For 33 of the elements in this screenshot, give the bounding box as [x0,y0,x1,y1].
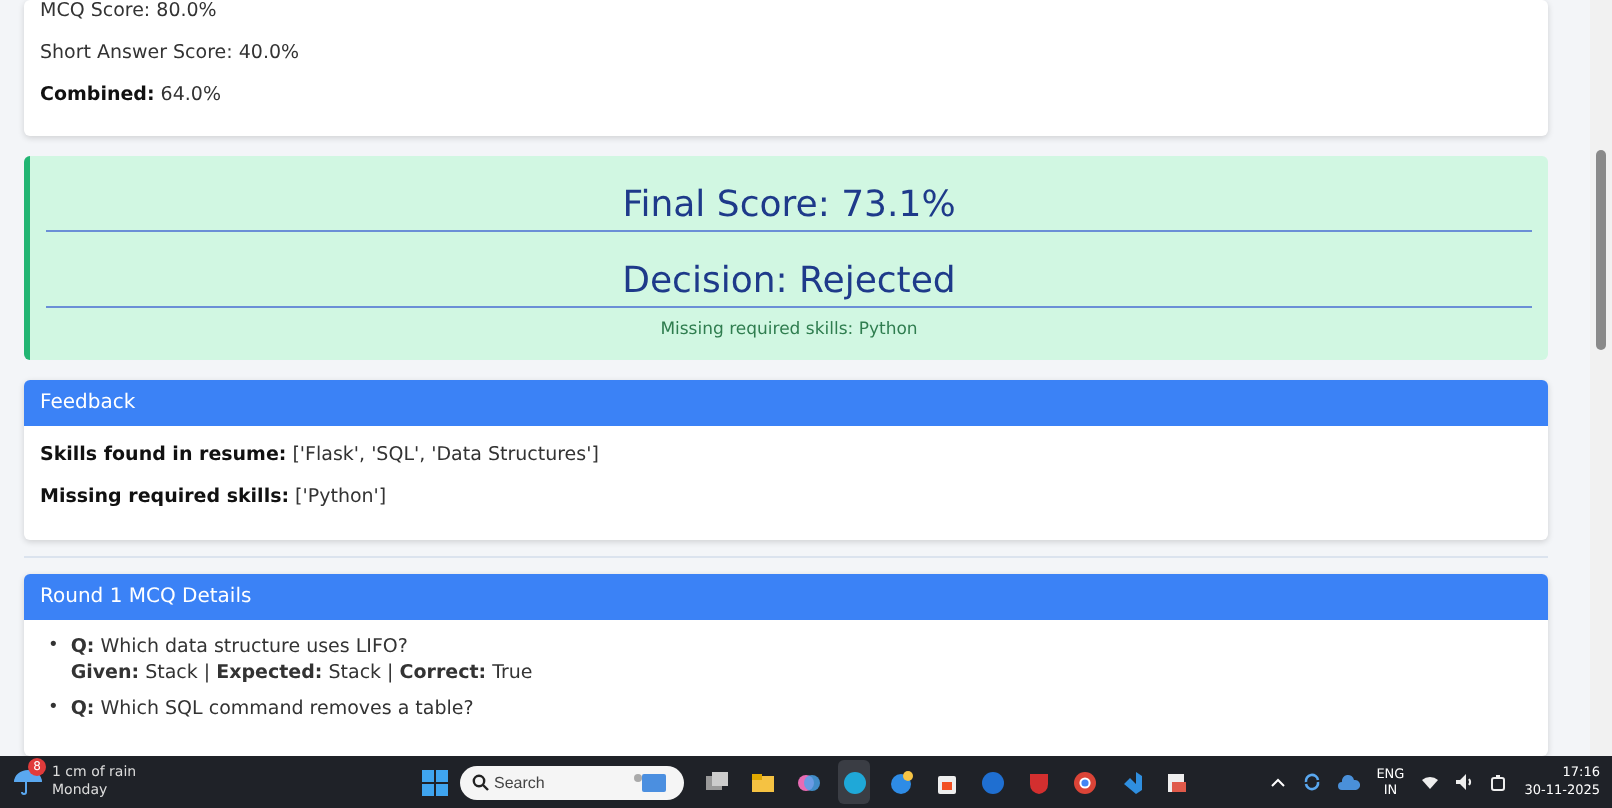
folder-icon[interactable] [749,769,775,795]
answer-text: Given: Stack | Expected: Stack | Correct: True [70,660,533,686]
question-text: Q: Which SQL command removes a table? [70,696,474,722]
cloud-icon[interactable] [1338,773,1361,791]
bullet: • [48,634,59,660]
search-icon [472,773,490,791]
score-line: Combined: 64.0% [40,84,221,106]
scrollbar-thumb[interactable] [1596,150,1606,350]
help-icon[interactable] [887,769,913,795]
card-header: Round 1 MCQ Details [24,574,1548,620]
snipping-icon[interactable] [1163,769,1189,795]
question-text: Q: Which data structure uses LIFO? [70,634,410,660]
chevron-up-icon[interactable] [1270,776,1287,788]
windows-start-icon[interactable] [422,769,448,795]
shield-icon[interactable] [1025,769,1051,795]
chrome-icon[interactable] [1071,769,1097,795]
decision: Decision: Rejected [622,260,956,302]
feedback-line: Skills found in resume: ['Flask', 'SQL', 'Data Structures'] [40,444,599,466]
score-line: Short Answer Score: 40.0% [40,42,300,64]
sync-icon[interactable] [1302,772,1323,792]
result-note: Missing required skills: Python [660,320,918,340]
speaker-icon[interactable] [1456,774,1475,790]
copilot-icon[interactable] [795,769,821,795]
search-field[interactable]: Search [460,765,684,799]
task-view-icon[interactable] [703,769,729,795]
battery-icon[interactable] [1490,773,1509,791]
score-line: MCQ Score: 80.0% [40,0,217,22]
feedback-line: Missing required skills: ['Python'] [40,486,387,508]
browser-icon[interactable] [841,769,867,795]
final-score: Final Score: 73.1% [622,184,956,226]
card-header: Feedback [24,380,1548,426]
wifi-icon[interactable] [1420,774,1441,790]
bullet: • [48,696,59,722]
